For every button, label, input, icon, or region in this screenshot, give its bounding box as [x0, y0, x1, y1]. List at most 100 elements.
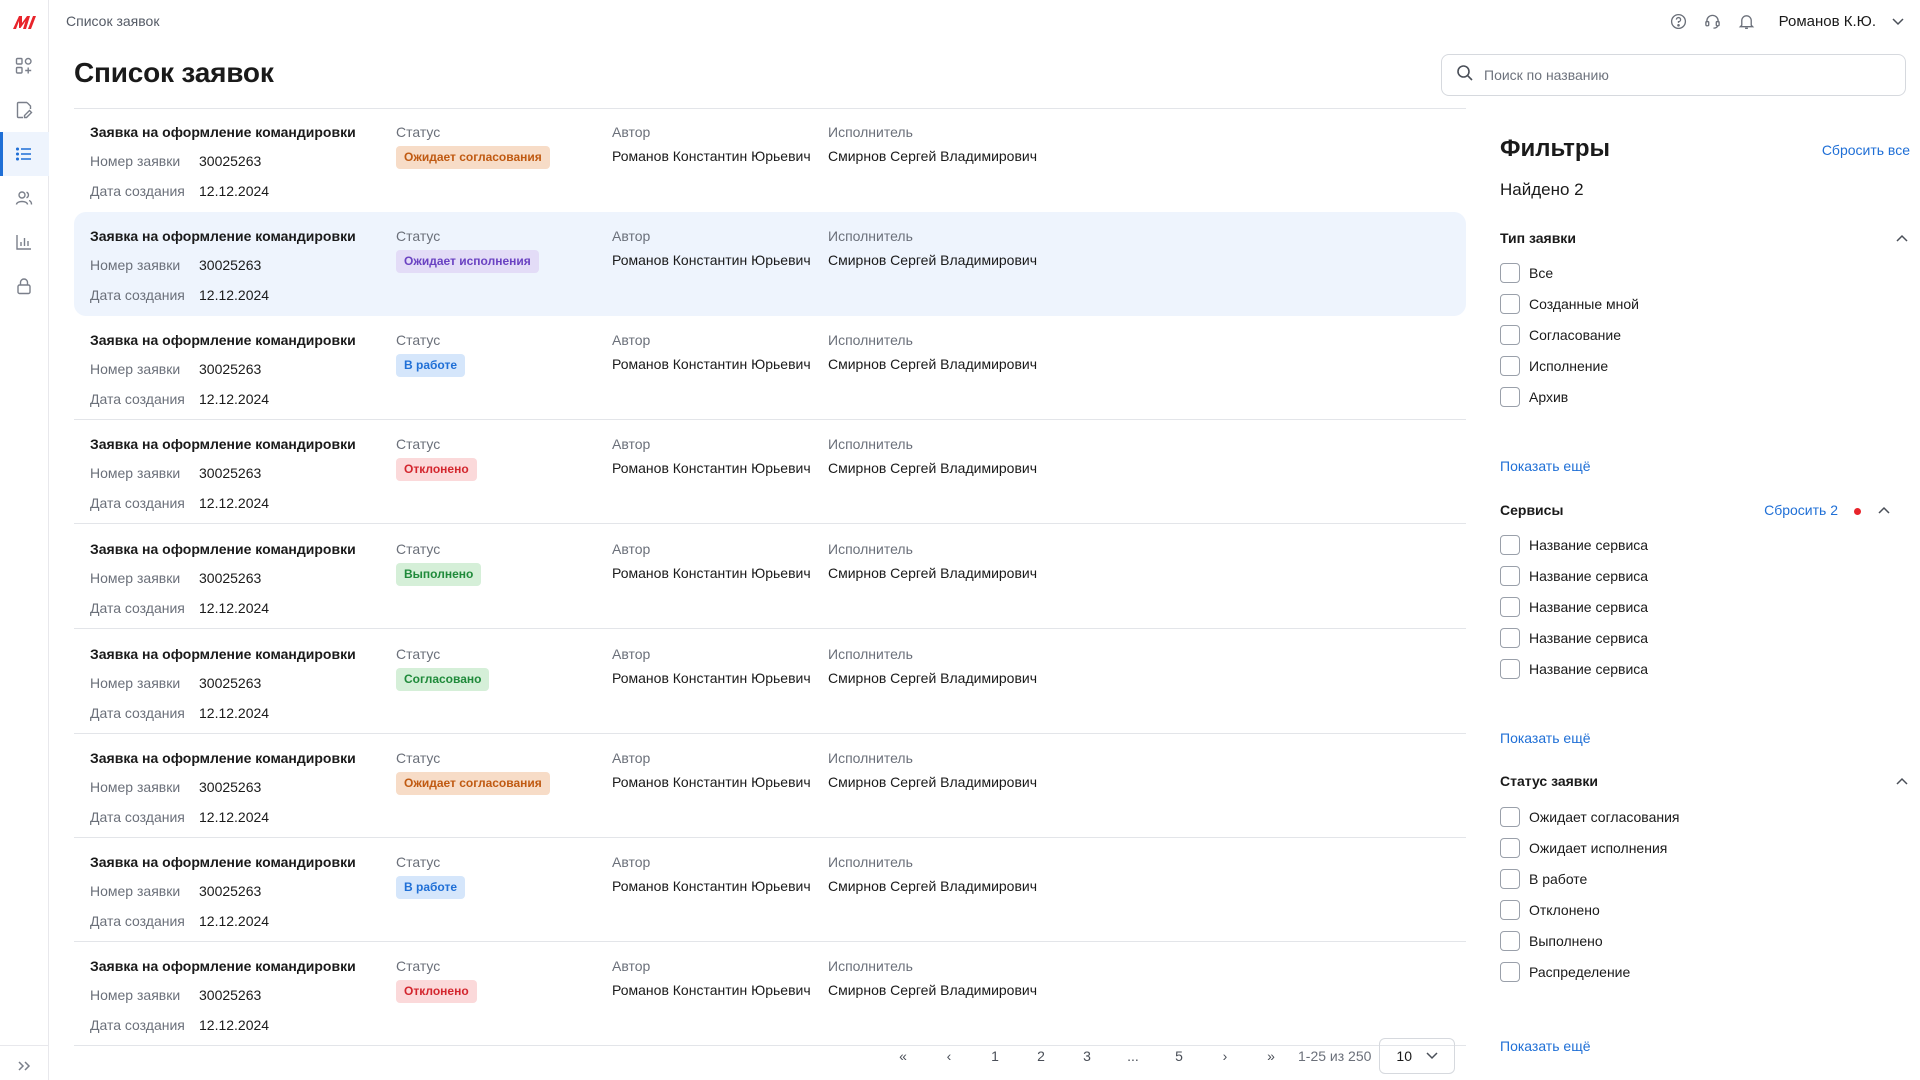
status-label: Статус [396, 436, 441, 452]
pagination-first-button[interactable]: « [880, 1048, 926, 1064]
filter-services-show-more[interactable]: Показать ещё [1500, 730, 1591, 746]
checkbox[interactable] [1500, 597, 1520, 617]
request-title[interactable]: Заявка на оформление командировки [90, 750, 356, 766]
checkbox[interactable] [1500, 931, 1520, 951]
logo[interactable] [11, 10, 39, 34]
request-row[interactable]: Заявка на оформление командировки Номер з… [74, 108, 1466, 212]
expand-sidebar-icon[interactable] [12, 1054, 36, 1078]
filter-status-option[interactable]: Отклонено [1500, 899, 1600, 921]
filter-service-option[interactable]: Название сервиса [1500, 658, 1648, 680]
request-number: 30025263 [199, 153, 262, 169]
checkbox[interactable] [1500, 659, 1520, 679]
pagination-page-2[interactable]: 2 [1018, 1048, 1064, 1064]
filter-status-option[interactable]: Распределение [1500, 961, 1630, 983]
checkbox[interactable] [1500, 263, 1520, 283]
request-row[interactable]: Заявка на оформление командировки Номер з… [74, 838, 1466, 942]
request-row[interactable]: Заявка на оформление командировки Номер з… [74, 420, 1466, 524]
filter-status-option[interactable]: Ожидает согласования [1500, 806, 1680, 828]
filter-status-show-more[interactable]: Показать ещё [1500, 1038, 1591, 1054]
checkbox[interactable] [1500, 325, 1520, 345]
pagination-page-5[interactable]: 5 [1156, 1048, 1202, 1064]
request-date: 12.12.2024 [199, 600, 270, 616]
pagination-page-3[interactable]: 3 [1064, 1048, 1110, 1064]
pagination-last-button[interactable]: » [1248, 1048, 1294, 1064]
checkbox[interactable] [1500, 628, 1520, 648]
request-title[interactable]: Заявка на оформление командировки [90, 541, 356, 557]
checkbox[interactable] [1500, 900, 1520, 920]
filter-service-option[interactable]: Название сервиса [1500, 565, 1648, 587]
user-menu-chevron-icon[interactable] [1890, 13, 1906, 29]
filter-status-option[interactable]: В работе [1500, 868, 1587, 890]
request-title[interactable]: Заявка на оформление командировки [90, 646, 356, 662]
status-label: Статус [396, 750, 441, 766]
reset-all-filters-button[interactable]: Сбросить все [1822, 142, 1910, 158]
request-row[interactable]: Заявка на оформление командировки Номер з… [74, 942, 1466, 1046]
reset-services-button[interactable]: Сбросить 2 [1764, 502, 1838, 518]
checkbox[interactable] [1500, 838, 1520, 858]
checkbox[interactable] [1500, 535, 1520, 555]
request-title[interactable]: Заявка на оформление командировки [90, 436, 356, 452]
request-title[interactable]: Заявка на оформление командировки [90, 854, 356, 870]
checkbox[interactable] [1500, 869, 1520, 889]
page-title: Список заявок [74, 57, 274, 88]
checkbox[interactable] [1500, 356, 1520, 376]
pagination-prev-button[interactable]: ‹ [926, 1048, 972, 1064]
page-size-select[interactable]: 10 [1379, 1038, 1456, 1074]
checkbox-label: Название сервиса [1529, 568, 1649, 584]
pagination-next-button[interactable]: › [1202, 1048, 1248, 1064]
chart-icon[interactable] [12, 230, 36, 254]
support-icon[interactable] [1703, 11, 1723, 31]
list-icon[interactable] [12, 142, 36, 166]
search-input[interactable] [1484, 67, 1884, 83]
users-icon[interactable] [12, 186, 36, 210]
filter-type-option[interactable]: Все [1500, 262, 1553, 284]
chevron-up-icon[interactable] [1894, 231, 1910, 247]
row-divider [74, 523, 1466, 524]
filter-type-option[interactable]: Исполнение [1500, 355, 1608, 377]
request-row[interactable]: Заявка на оформление командировки Номер з… [74, 212, 1466, 316]
request-row[interactable]: Заявка на оформление командировки Номер з… [74, 630, 1466, 734]
request-number: 30025263 [199, 465, 262, 481]
bell-icon[interactable] [1737, 11, 1757, 31]
filter-status-option[interactable]: Выполнено [1500, 930, 1603, 952]
request-date-label: Дата создания [90, 183, 185, 199]
filter-type-option[interactable]: Созданные мной [1500, 293, 1639, 315]
top-actions: Романов К.Ю. [1669, 10, 1906, 32]
checkbox[interactable] [1500, 807, 1520, 827]
checkbox[interactable] [1500, 294, 1520, 314]
checkbox[interactable] [1500, 566, 1520, 586]
checkbox[interactable] [1500, 962, 1520, 982]
sidebar-active-indicator [0, 132, 3, 176]
filter-type-show-more[interactable]: Показать ещё [1500, 458, 1591, 474]
filter-type-option[interactable]: Согласование [1500, 324, 1621, 346]
request-row[interactable]: Заявка на оформление командировки Номер з… [74, 734, 1466, 838]
checkbox[interactable] [1500, 387, 1520, 407]
chevron-up-icon[interactable] [1876, 503, 1892, 519]
request-title[interactable]: Заявка на оформление командировки [90, 958, 356, 974]
request-title[interactable]: Заявка на оформление командировки [90, 228, 356, 244]
author-name: Романов Константин Юрьевич [612, 356, 811, 372]
author-label: Автор [612, 332, 651, 348]
search-box[interactable] [1441, 54, 1906, 96]
widgets-icon[interactable] [12, 54, 36, 78]
executor-label: Исполнитель [828, 124, 913, 140]
user-name[interactable]: Романов К.Ю. [1779, 13, 1876, 30]
request-row[interactable]: Заявка на оформление командировки Номер з… [74, 525, 1466, 629]
help-icon[interactable] [1669, 11, 1689, 31]
filter-status-option[interactable]: Ожидает исполнения [1500, 837, 1667, 859]
request-title[interactable]: Заявка на оформление командировки [90, 124, 356, 140]
lock-icon[interactable] [12, 274, 36, 298]
chevron-up-icon[interactable] [1894, 774, 1910, 790]
filter-type-option[interactable]: Архив [1500, 386, 1568, 408]
pagination-page-1[interactable]: 1 [972, 1048, 1018, 1064]
request-number-label: Номер заявки [90, 570, 181, 586]
author-label: Автор [612, 646, 651, 662]
request-date: 12.12.2024 [199, 705, 270, 721]
executor-name: Смирнов Сергей Владимирович [828, 670, 1038, 686]
request-row[interactable]: Заявка на оформление командировки Номер з… [74, 316, 1466, 420]
filter-service-option[interactable]: Название сервиса [1500, 627, 1648, 649]
filter-service-option[interactable]: Название сервиса [1500, 596, 1648, 618]
filter-service-option[interactable]: Название сервиса [1500, 534, 1648, 556]
document-edit-icon[interactable] [12, 98, 36, 122]
request-title[interactable]: Заявка на оформление командировки [90, 332, 356, 348]
